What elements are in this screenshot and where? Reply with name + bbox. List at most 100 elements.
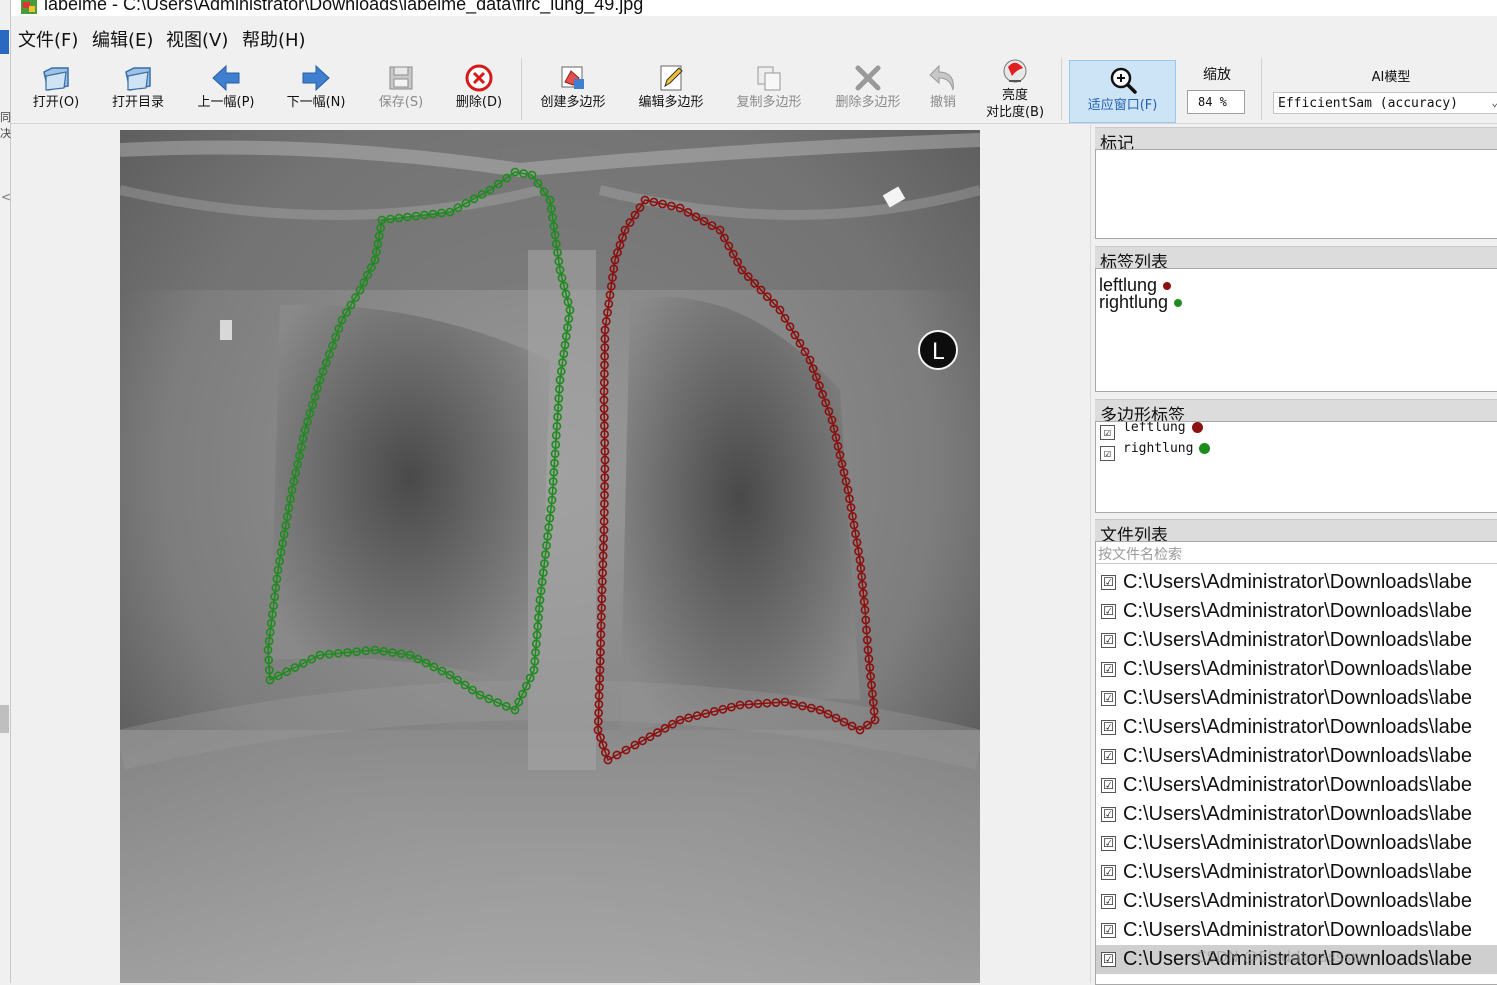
- zoom-field[interactable]: 84 %: [1187, 90, 1245, 114]
- checkbox[interactable]: ☑: [1101, 662, 1116, 677]
- title-bar: labelme - C:\Users\Administrator\Downloa…: [11, 0, 1497, 16]
- ai-model-label: AI模型: [1371, 70, 1411, 85]
- prev-image-button[interactable]: 上一幅(P): [186, 54, 266, 122]
- color-dot-icon: [1191, 422, 1203, 433]
- checkbox[interactable]: ☑: [1101, 633, 1116, 648]
- color-dot-icon: [1174, 299, 1183, 308]
- undo-label: 撤销: [929, 95, 956, 110]
- checkbox[interactable]: ☑: [1101, 604, 1116, 619]
- create-polygon-icon: [561, 66, 584, 89]
- next-image-button[interactable]: 下一幅(N): [276, 54, 356, 122]
- menu-view[interactable]: 视图(V): [166, 26, 228, 52]
- flags-panel: [1095, 149, 1497, 239]
- ai-model-value: EfficientSam (accuracy): [1278, 96, 1459, 111]
- brightness-label-line2: 对比度(B): [985, 105, 1045, 120]
- polygon-list-item[interactable]: ☑ leftlung: [1096, 422, 1497, 441]
- brightness-contrast-button[interactable]: 亮度 对比度(B): [973, 54, 1057, 122]
- edit-pencil-icon: [660, 65, 683, 91]
- polygon-labels-panel: ☑ leftlung ☑ rightlung: [1095, 421, 1497, 513]
- file-list-item[interactable]: ☑ C:\Users\Administrator\Downloads\labe: [1096, 829, 1497, 858]
- save-label: 保存(S): [378, 95, 424, 110]
- checkbox[interactable]: ☑: [1100, 446, 1115, 461]
- file-list-item[interactable]: ☑ C:\Users\Administrator\Downloads\labe: [1096, 626, 1497, 655]
- label-list-dock: 标签列表 leftlung rightlung: [1095, 246, 1497, 392]
- open-dir-button[interactable]: 打开目录: [103, 54, 173, 122]
- copy-icon: [757, 66, 781, 91]
- delete-polygon-button[interactable]: 删除多边形: [826, 54, 910, 122]
- checkbox[interactable]: ☑: [1100, 425, 1115, 440]
- ai-model-select[interactable]: EfficientSam (accuracy) ⌄: [1273, 92, 1497, 114]
- file-list-panel: 按文件名检索 ☑ C:\Users\Administrator\Downloads…: [1095, 541, 1497, 985]
- toolbar-separator: [1061, 58, 1062, 120]
- open-dir-label: 打开目录: [111, 95, 164, 110]
- save-button[interactable]: 保存(S): [366, 54, 436, 122]
- polygon-list-item-label: rightlung: [1123, 441, 1194, 456]
- zoom-label: 缩放: [1203, 67, 1231, 83]
- watermark: CSDN @Eladdaaassssa: [1196, 948, 1369, 966]
- file-path: C:\Users\Administrator\Downloads\labe: [1123, 571, 1473, 593]
- label-list-title: 标签列表: [1095, 246, 1497, 273]
- delete-file-button[interactable]: 删除(D): [444, 54, 514, 122]
- checkbox[interactable]: ☑: [1101, 865, 1116, 880]
- copy-polygon-button[interactable]: 复制多边形: [727, 54, 811, 122]
- menu-help[interactable]: 帮助(H): [242, 26, 306, 52]
- file-path: C:\Users\Administrator\Downloads\labe: [1123, 861, 1473, 883]
- checkbox[interactable]: ☑: [1101, 720, 1116, 735]
- file-list-item[interactable]: ☑ C:\Users\Administrator\Downloads\labe: [1096, 684, 1497, 713]
- checkbox[interactable]: ☑: [1101, 691, 1116, 706]
- menu-file[interactable]: 文件(F): [18, 26, 78, 52]
- toolbar-separator: [521, 58, 522, 120]
- file-path: C:\Users\Administrator\Downloads\labe: [1123, 832, 1473, 854]
- polygon-list-item[interactable]: ☑ rightlung: [1096, 441, 1497, 462]
- fit-window-button[interactable]: 适应窗口(F): [1069, 60, 1176, 123]
- file-list-item[interactable]: ☑ C:\Users\Administrator\Downloads\labe: [1096, 858, 1497, 887]
- file-list-item[interactable]: ☑ C:\Users\Administrator\Downloads\labe: [1096, 771, 1497, 800]
- label-list-panel: leftlung rightlung: [1095, 268, 1497, 392]
- file-path: C:\Users\Administrator\Downloads\labe: [1123, 774, 1473, 796]
- file-list-item[interactable]: ☑ C:\Users\Administrator\Downloads\labe: [1096, 742, 1497, 771]
- label-list-item[interactable]: rightlung: [1096, 293, 1497, 311]
- checkbox[interactable]: ☑: [1101, 778, 1116, 793]
- checkbox[interactable]: ☑: [1101, 894, 1116, 909]
- window-title: labelme - C:\Users\Administrator\Downloa…: [44, 0, 644, 14]
- file-list-item[interactable]: ☑ C:\Users\Administrator\Downloads\labe: [1096, 916, 1497, 945]
- open-button[interactable]: 打开(O): [21, 54, 91, 122]
- create-polygon-label: 创建多边形: [540, 95, 606, 110]
- file-list-item[interactable]: ☑ C:\Users\Administrator\Downloads\labe: [1096, 887, 1497, 916]
- menu-edit[interactable]: 编辑(E): [92, 26, 153, 52]
- checkbox[interactable]: ☑: [1101, 807, 1116, 822]
- file-path: C:\Users\Administrator\Downloads\labe: [1123, 687, 1473, 709]
- open-label: 打开(O): [32, 95, 80, 110]
- undo-arrow-icon: [929, 64, 954, 91]
- file-list-item[interactable]: ☑ C:\Users\Administrator\Downloads\labe: [1096, 655, 1497, 684]
- left-strip-accent: [0, 30, 9, 54]
- undo-button[interactable]: 撤销: [921, 54, 965, 122]
- checkbox[interactable]: ☑: [1101, 952, 1116, 967]
- delete-x-icon: [855, 65, 881, 91]
- file-list-item[interactable]: ☑ C:\Users\Administrator\Downloads\labe: [1096, 597, 1497, 626]
- file-path: C:\Users\Administrator\Downloads\labe: [1123, 890, 1473, 912]
- delete-circle-icon: [465, 64, 493, 92]
- brightness-label-line1: 亮度: [1001, 88, 1028, 103]
- file-list-title: 文件列表: [1095, 519, 1497, 546]
- create-polygon-button[interactable]: 创建多边形: [531, 54, 615, 122]
- left-strip-arrow-icon[interactable]: <: [1, 190, 11, 204]
- color-dot-icon: [1163, 282, 1172, 291]
- file-list-item[interactable]: ☑ C:\Users\Administrator\Downloads\labe: [1096, 568, 1497, 597]
- file-path: C:\Users\Administrator\Downloads\labe: [1123, 919, 1473, 941]
- menu-bar: 文件(F) 编辑(E) 视图(V) 帮助(H): [11, 24, 1497, 52]
- checkbox[interactable]: ☑: [1101, 923, 1116, 938]
- checkbox[interactable]: ☑: [1101, 749, 1116, 764]
- left-strip-scrollbar[interactable]: [0, 705, 9, 733]
- file-list-item[interactable]: ☑ C:\Users\Administrator\Downloads\labe: [1096, 713, 1497, 742]
- file-path: C:\Users\Administrator\Downloads\labe: [1123, 716, 1473, 738]
- folder-open-icon: [43, 67, 69, 91]
- edit-polygon-button[interactable]: 编辑多边形: [629, 54, 713, 122]
- file-search-input[interactable]: 按文件名检索: [1096, 542, 1497, 564]
- arrow-left-icon: [212, 64, 240, 92]
- file-list-item[interactable]: ☑ C:\Users\Administrator\Downloads\labe: [1096, 800, 1497, 829]
- image-canvas[interactable]: L: [120, 130, 980, 983]
- panel-splitter[interactable]: [1090, 125, 1094, 983]
- checkbox[interactable]: ☑: [1101, 575, 1116, 590]
- checkbox[interactable]: ☑: [1101, 836, 1116, 851]
